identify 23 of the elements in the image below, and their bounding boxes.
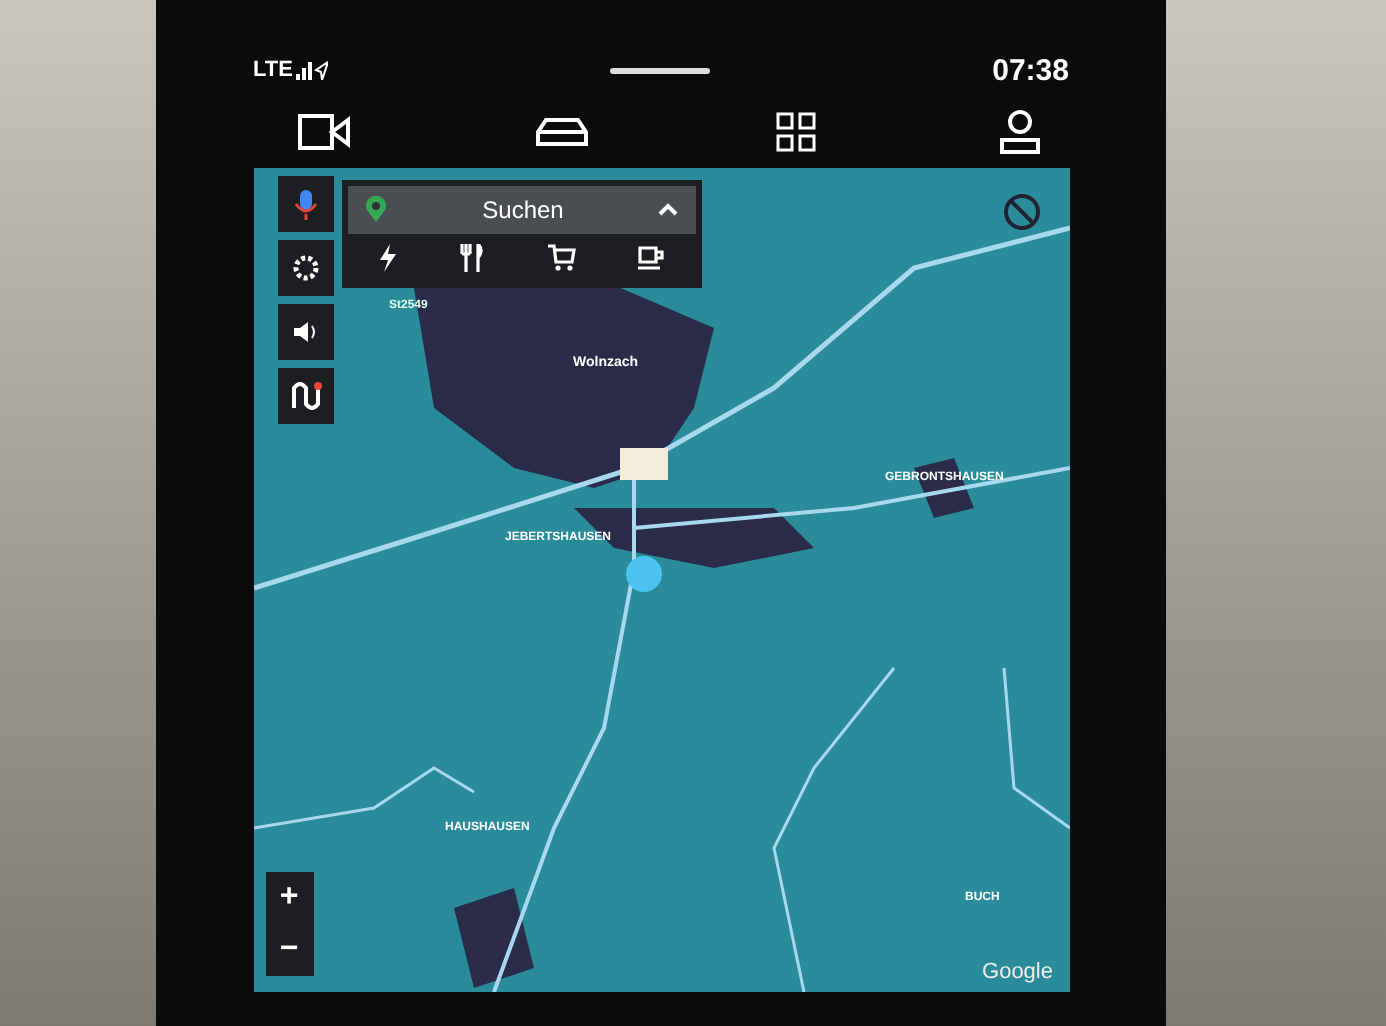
search-field[interactable]: Suchen [347, 186, 695, 234]
lightning-icon[interactable] [377, 244, 398, 272]
drag-handle[interactable] [610, 67, 711, 73]
shopping-cart-icon[interactable] [547, 244, 576, 272]
car-icon[interactable] [534, 114, 591, 150]
profile-icon[interactable] [1000, 110, 1041, 154]
microphone-icon[interactable] [277, 176, 333, 232]
search-placeholder: Suchen [482, 196, 564, 224]
camera-icon[interactable] [297, 114, 349, 150]
crossed-circle-icon[interactable] [1001, 192, 1041, 232]
coffee-cup-icon[interactable] [636, 244, 665, 272]
route-icon[interactable] [277, 368, 333, 424]
fork-knife-icon[interactable] [458, 244, 487, 272]
settlement-area [453, 888, 533, 988]
google-attribution: Google [982, 960, 1053, 984]
clock: 07:38 [992, 53, 1069, 87]
map-pin-icon [363, 196, 387, 224]
settings-icon[interactable] [277, 240, 333, 296]
location-marker [625, 556, 661, 592]
network-status: LTE [253, 58, 329, 82]
chevron-icon[interactable] [658, 202, 679, 218]
speaker-icon[interactable] [277, 304, 333, 360]
app-grid-icon[interactable] [775, 112, 816, 152]
